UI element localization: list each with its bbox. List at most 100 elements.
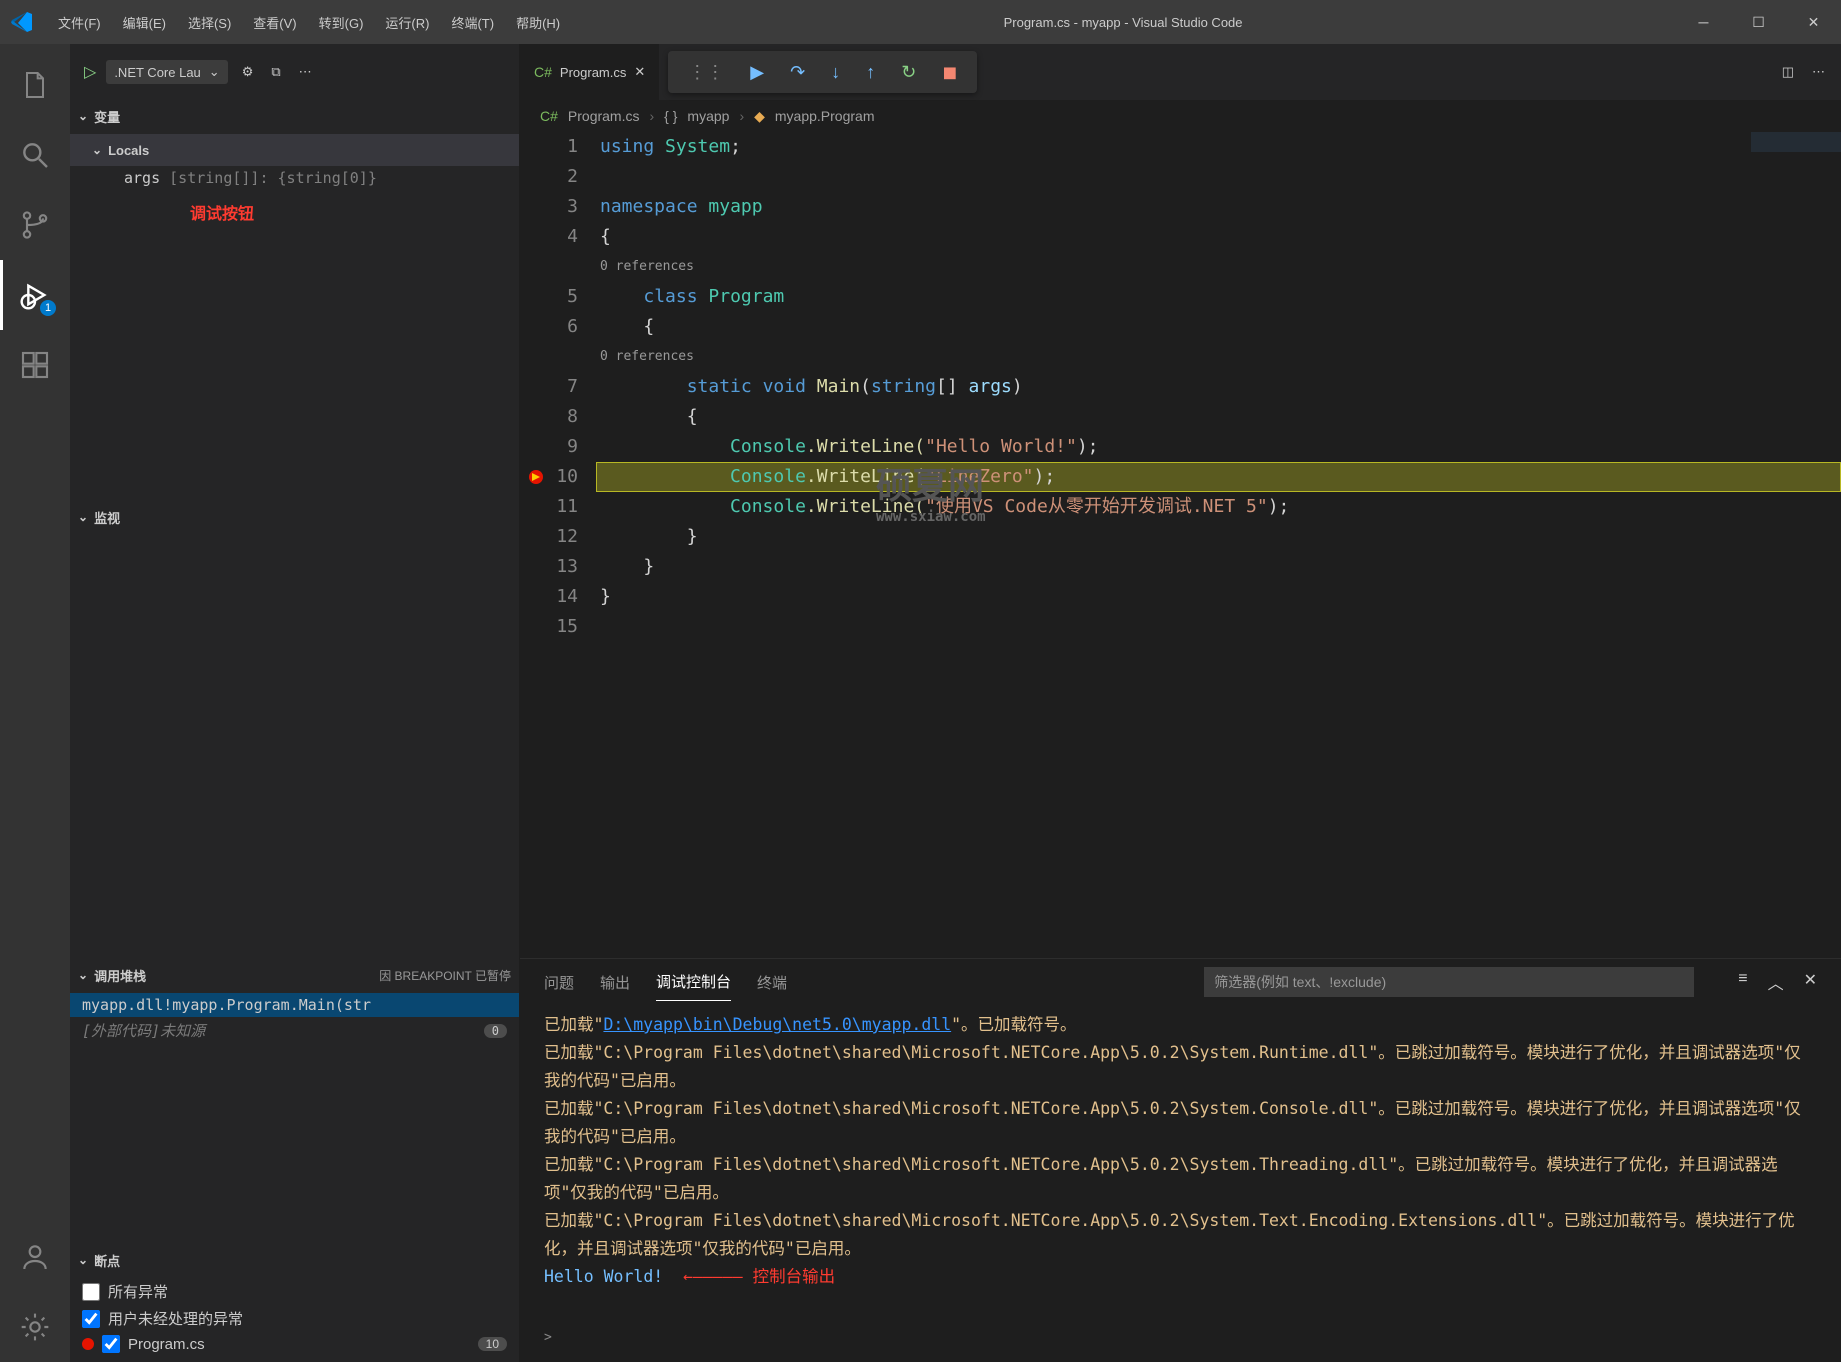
bp-all-exceptions[interactable]: 所有异常: [70, 1278, 519, 1305]
menu-selection[interactable]: 选择(S): [178, 7, 241, 38]
menu-edit[interactable]: 编辑(E): [113, 7, 176, 38]
activity-scm[interactable]: [0, 190, 70, 260]
launch-config-select[interactable]: .NET Core Lau ⌄: [106, 60, 227, 84]
activity-debug[interactable]: 1: [0, 260, 70, 330]
annotation-debug-button: 调试按钮: [70, 190, 519, 224]
callstack-frame[interactable]: myapp.dll!myapp.Program.Main(str: [70, 993, 519, 1017]
step-into-button[interactable]: ↓: [831, 62, 840, 83]
activity-settings[interactable]: [0, 1292, 70, 1362]
csharp-file-icon: C#: [540, 108, 558, 124]
split-editor-button[interactable]: ◫: [1782, 64, 1794, 80]
line-gutter[interactable]: 1234 56 789 10 1112131415: [520, 132, 596, 958]
chevron-down-icon: ⌄: [78, 1253, 88, 1267]
variable-row[interactable]: args [string[]]: {string[0]}: [70, 166, 519, 190]
chevron-right-icon: ›: [649, 108, 654, 124]
breadcrumb-file[interactable]: Program.cs: [568, 108, 640, 124]
chevron-down-icon: ⌄: [209, 64, 220, 80]
close-button[interactable]: ✕: [1786, 0, 1841, 44]
bp-checkbox[interactable]: [102, 1335, 120, 1353]
code-token: {: [687, 406, 698, 427]
minimize-button[interactable]: ─: [1676, 0, 1731, 44]
code-token: namespace: [600, 196, 698, 217]
code-editor[interactable]: 1234 56 789 10 1112131415 using System; …: [520, 132, 1841, 958]
maximize-button[interactable]: ☐: [1731, 0, 1786, 44]
step-out-button[interactable]: ↑: [866, 62, 875, 83]
panel-tab-debug-console[interactable]: 调试控制台: [656, 963, 731, 1001]
code-token: myapp: [708, 196, 762, 217]
panel-tab-output[interactable]: 输出: [600, 964, 630, 1001]
drag-handle-icon[interactable]: ⋮⋮: [688, 62, 724, 83]
stop-button[interactable]: ◼: [942, 62, 957, 83]
launch-config-label: .NET Core Lau: [114, 65, 200, 80]
namespace-icon: { }: [664, 108, 677, 124]
debug-toolbar[interactable]: ⋮⋮ ▶ ↷ ↓ ↑ ↻ ◼: [668, 51, 977, 93]
menu-view[interactable]: 查看(V): [243, 7, 306, 38]
csharp-file-icon: C#: [534, 64, 552, 80]
codelens[interactable]: 0 references: [600, 349, 694, 364]
menu-terminal[interactable]: 终端(T): [441, 7, 504, 38]
tab-program-cs[interactable]: C# Program.cs ✕: [520, 44, 660, 100]
collapse-panel-button[interactable]: ︿: [1768, 970, 1784, 994]
breadcrumb-namespace[interactable]: myapp: [687, 108, 729, 124]
callstack-external[interactable]: [外部代码]未知源0: [70, 1017, 519, 1044]
activity-search[interactable]: [0, 120, 70, 190]
breadcrumb[interactable]: C# Program.cs › { } myapp › ◆ myapp.Prog…: [520, 100, 1841, 132]
step-over-button[interactable]: ↷: [790, 62, 805, 83]
code-token: void: [763, 376, 806, 397]
menu-file[interactable]: 文件(F): [48, 7, 111, 38]
code-token: Console: [730, 436, 806, 457]
bp-checkbox[interactable]: [82, 1310, 100, 1328]
code-token: args: [969, 376, 1012, 397]
more-editor-actions[interactable]: ⋯: [1812, 64, 1825, 80]
close-panel-button[interactable]: ✕: [1804, 970, 1817, 994]
start-debug-button[interactable]: ▷: [84, 62, 96, 82]
window-controls: ─ ☐ ✕: [1676, 0, 1841, 44]
panel-tab-terminal[interactable]: 终端: [757, 964, 787, 1001]
code-token: class: [643, 286, 697, 307]
menu-go[interactable]: 转到(G): [309, 7, 374, 38]
activity-account[interactable]: [0, 1222, 70, 1292]
bp-user-unhandled[interactable]: 用户未经处理的异常: [70, 1305, 519, 1332]
code-lines[interactable]: using System; namespace myapp { 0 refere…: [596, 132, 1841, 958]
clear-console-button[interactable]: ≡: [1738, 970, 1747, 994]
debug-console-input[interactable]: >: [520, 1330, 1841, 1362]
variable-type: [string[]]:: [169, 169, 268, 187]
activity-explorer[interactable]: [0, 50, 70, 120]
code-token: .WriteLine(: [806, 466, 925, 487]
bp-file-label: Program.cs: [128, 1336, 205, 1353]
bp-file-entry[interactable]: Program.cs10: [70, 1332, 519, 1356]
minimap[interactable]: [1751, 132, 1841, 192]
code-token: }: [687, 526, 698, 547]
editor-tabs: C# Program.cs ✕ ⋮⋮ ▶ ↷ ↓ ↑ ↻ ◼ ◫ ⋯: [520, 44, 1841, 100]
menu-run[interactable]: 运行(R): [375, 7, 439, 38]
open-launch-json-button[interactable]: ⚙: [238, 60, 258, 84]
locals-header[interactable]: ⌄Locals: [70, 134, 519, 166]
tab-close-button[interactable]: ✕: [634, 64, 645, 80]
activity-extensions[interactable]: [0, 330, 70, 400]
code-token: .WriteLine(: [806, 496, 925, 517]
debug-console-output[interactable]: 已加载"D:\myapp\bin\Debug\net5.0\myapp.dll"…: [520, 1005, 1841, 1330]
watch-section-header[interactable]: ⌄监视: [70, 501, 519, 533]
codelens[interactable]: 0 references: [600, 259, 694, 274]
variables-section-header[interactable]: ⌄变量: [70, 100, 519, 132]
panel-tab-problems[interactable]: 问题: [544, 964, 574, 1001]
restart-button[interactable]: ↻: [901, 62, 916, 83]
code-token: System: [665, 136, 730, 157]
bottom-panel: 问题 输出 调试控制台 终端 筛选器(例如 text、!exclude) ≡ ︿…: [520, 958, 1841, 1362]
debug-console-button[interactable]: ⧉: [267, 60, 284, 84]
code-token: ;: [730, 136, 741, 157]
bp-checkbox[interactable]: [82, 1283, 100, 1301]
panel-filter-input[interactable]: 筛选器(例如 text、!exclude): [1204, 967, 1694, 997]
menu-help[interactable]: 帮助(H): [506, 7, 570, 38]
panel-actions: ≡ ︿ ✕: [1738, 970, 1817, 994]
continue-button[interactable]: ▶: [750, 62, 764, 83]
more-actions-button[interactable]: ⋯: [295, 60, 316, 84]
bp-label: 用户未经处理的异常: [108, 1308, 243, 1329]
breadcrumb-class[interactable]: myapp.Program: [775, 108, 875, 124]
unknown-source-label: 未知源: [160, 1020, 205, 1041]
code-token: "使用VS Code从零开始开发调试.NET 5": [925, 496, 1268, 517]
breakpoints-section-header[interactable]: ⌄断点: [70, 1244, 519, 1276]
code-token: []: [936, 376, 969, 397]
panel-tabs: 问题 输出 调试控制台 终端 筛选器(例如 text、!exclude) ≡ ︿…: [520, 959, 1841, 1005]
callstack-section-header[interactable]: ⌄调用堆栈因 BREAKPOINT 已暂停: [70, 959, 519, 991]
